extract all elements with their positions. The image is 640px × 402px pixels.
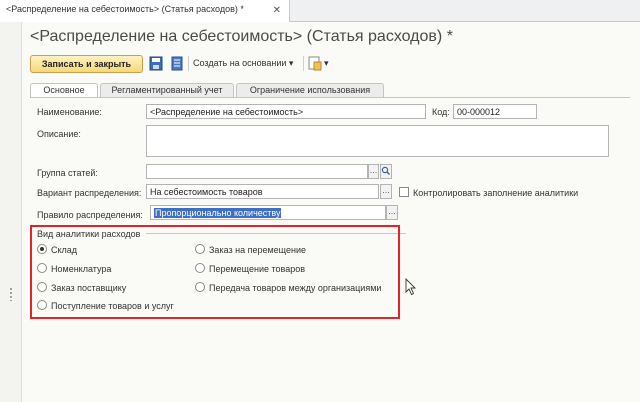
left-panel-strip — [0, 22, 22, 402]
tab-main[interactable]: Основное — [30, 83, 98, 98]
document-tab-title: <Распределение на себестоимость> (Статья… — [6, 4, 244, 14]
description-label: Описание: — [37, 129, 81, 139]
name-label: Наименование: — [37, 107, 102, 117]
toolbar-separator — [303, 56, 304, 71]
description-field[interactable] — [146, 125, 609, 157]
more-actions-button[interactable]: ▾ — [308, 56, 332, 71]
tab-usage-restriction[interactable]: Ограничение использования — [236, 83, 384, 97]
toolbar-separator — [188, 56, 189, 71]
document-list-icon[interactable] — [170, 56, 184, 71]
save-icon[interactable] — [149, 56, 163, 71]
report-icon — [308, 56, 322, 71]
save-and-close-button[interactable]: Записать и закрыть — [30, 55, 143, 73]
code-field[interactable]: 00-000012 — [453, 104, 537, 119]
chevron-down-icon: ▾ — [288, 58, 294, 68]
chevron-down-icon: ▾ — [324, 58, 329, 68]
close-icon[interactable]: ✕ — [273, 5, 281, 16]
analytics-highlight-frame — [30, 225, 400, 319]
document-tab-bar: <Распределение на себестоимость> (Статья… — [0, 0, 640, 22]
variant-field[interactable]: На себестоимость товаров — [146, 184, 379, 199]
tab-regulated-accounting[interactable]: Регламентированный учет — [100, 83, 234, 97]
document-tab[interactable]: <Распределение на себестоимость> (Статья… — [0, 0, 290, 22]
panel-resize-grip-icon[interactable] — [9, 287, 13, 301]
search-icon[interactable] — [380, 164, 392, 179]
create-based-on-label: Создать на основании — [193, 58, 287, 68]
variant-label: Вариант распределения: — [37, 188, 142, 198]
variant-select-button[interactable]: … — [380, 184, 392, 199]
page-title: <Распределение на себестоимость> (Статья… — [30, 28, 453, 45]
group-select-button[interactable]: … — [368, 164, 379, 179]
group-field[interactable] — [146, 164, 368, 179]
create-based-on-button[interactable]: Создать на основании ▾ — [193, 58, 293, 69]
rule-field-selected-text: Пропорционально количеству — [154, 208, 282, 218]
control-analytics-label: Контролировать заполнение аналитики — [413, 188, 579, 198]
group-label: Группа статей: — [37, 168, 98, 178]
tab-panel-border — [30, 97, 630, 98]
control-analytics-checkbox[interactable] — [399, 187, 409, 197]
rule-label: Правило распределения: — [37, 210, 143, 220]
mouse-pointer-icon — [405, 278, 417, 296]
code-label: Код: — [432, 107, 450, 117]
rule-select-button[interactable]: … — [386, 205, 398, 220]
name-field[interactable]: <Распределение на себестоимость> — [146, 104, 426, 119]
rule-field[interactable]: Пропорционально количеству — [150, 205, 386, 220]
